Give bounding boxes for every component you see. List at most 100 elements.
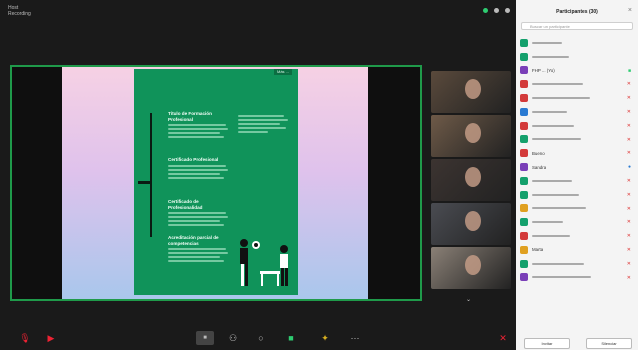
slide-section: Certificado de Profesionalidad [168,199,232,226]
participant-row[interactable]: Bueno ✕ [520,146,634,160]
top-status-icons [483,8,510,13]
participant-video [465,123,481,143]
mic-status-icon[interactable]: ✕ [627,275,631,281]
presentation-slide: Más ... Título de Formación Profesional C… [62,67,368,299]
video-tile[interactable] [431,115,511,157]
participant-row[interactable]: ✕ [520,105,634,119]
reactions-icon[interactable]: ✦ [318,331,332,345]
slide-section-title: Certificado de Profesionalidad [168,199,203,210]
video-tile[interactable] [431,71,511,113]
avatar [520,121,528,130]
mic-status-icon[interactable]: ✕ [627,261,631,267]
stop-video-icon[interactable]: ▶ [44,331,58,345]
video-gallery [431,71,511,291]
participant-video [465,79,481,99]
participant-name [532,41,562,44]
invite-button[interactable]: Invitar [524,338,570,349]
participant-name [532,262,584,265]
video-tile[interactable] [431,203,511,245]
participant-video [465,211,481,231]
slide-section-title: Título de Formación Profesional [168,111,212,122]
avatar [520,94,528,103]
timeline-tick [138,181,150,184]
fullscreen-icon[interactable] [505,8,510,13]
participant-row[interactable]: ✕ [520,119,634,133]
slide-tab: Más ... [273,69,292,75]
participant-row[interactable]: ✕ [520,133,634,147]
chat-icon[interactable]: ○ [254,331,268,345]
avatar [520,135,528,144]
host-info: Host Recording [8,5,31,17]
mic-status-icon[interactable]: ✕ [627,95,631,101]
timeline-vertical [150,113,152,237]
avatar [520,52,528,61]
participant-name: FHP ... (Yo) [532,67,555,73]
participant-row[interactable] [520,36,634,50]
meeting-toolbar: 🎙 ▶ ■ ⚇ ○ ■ ✦ ⋯ ✕ [0,328,516,350]
scroll-down-icon[interactable]: ⌄ [466,296,471,303]
mic-status-icon[interactable]: ✕ [627,137,631,143]
participant-name [532,83,583,86]
avatar [520,176,528,185]
close-icon[interactable]: × [628,7,632,14]
mic-status-icon[interactable]: ✕ [627,233,631,239]
avatar [520,163,528,172]
mic-status-icon[interactable]: ✕ [627,178,631,184]
mic-status-icon[interactable]: ✕ [627,150,631,156]
participant-row[interactable]: FHP ... (Yo) ■ [520,64,634,78]
video-tile[interactable] [431,159,511,201]
participant-row[interactable]: ✕ [520,174,634,188]
participant-row[interactable]: ✕ [520,188,634,202]
avatar [520,245,528,254]
connection-status-icon [483,8,488,13]
participant-name [532,55,569,58]
participant-row[interactable]: ✕ [520,257,634,271]
right-column-text [238,113,290,133]
participant-row[interactable] [520,50,634,64]
panel-title: Participantes (30) [556,9,598,15]
mic-status-icon[interactable]: ✕ [627,192,631,198]
participant-row[interactable]: ✕ [520,271,634,285]
avatar [520,204,528,213]
mic-status-icon[interactable]: ✕ [627,123,631,129]
participant-list: FHP ... (Yo) ■ ✕ ✕ ✕ ✕ ✕ Bueno ✕ Sandra ● ✕ ✕ ✕ ✕ ✕ Mart… [520,36,634,284]
participant-row[interactable]: Sandra ● [520,160,634,174]
participant-name [532,110,567,113]
people-illustration [240,239,288,286]
participant-name [532,235,570,238]
mic-status-icon[interactable]: ● [628,164,631,170]
mic-status-icon[interactable]: ✕ [627,219,631,225]
mic-status-icon[interactable]: ■ [628,68,631,74]
mic-status-icon[interactable]: ✕ [627,247,631,253]
video-tile[interactable] [431,247,511,289]
participant-row[interactable]: ✕ [520,215,634,229]
participant-search-input[interactable]: Buscar un participante [521,22,633,30]
share-screen-icon[interactable]: ■ [284,331,298,345]
avatar [520,259,528,268]
participant-row[interactable]: ✕ [520,91,634,105]
participant-name [532,221,563,224]
mute-all-button[interactable]: Silenciar [586,338,632,349]
mic-status-icon[interactable]: ✕ [627,81,631,87]
slide-section: Título de Formación Profesional [168,111,232,138]
mic-status-icon[interactable]: ✕ [627,109,631,115]
participants-icon[interactable]: ⚇ [226,331,240,345]
avatar [520,66,528,75]
more-icon[interactable]: ⋯ [348,331,362,345]
security-icon[interactable]: ■ [196,331,214,345]
avatar [520,190,528,199]
mic-status-icon[interactable]: ✕ [627,206,631,212]
participant-row[interactable]: ✕ [520,77,634,91]
participant-name [532,97,590,100]
participant-row[interactable]: ✕ [520,229,634,243]
panel-footer: Invitar Silenciar [516,336,638,350]
participant-name: Bueno [532,150,545,156]
participants-panel: Participantes (30) × Buscar un participa… [516,0,638,350]
end-call-icon[interactable]: ✕ [496,331,510,345]
participant-row[interactable]: ✕ [520,202,634,216]
grid-view-icon[interactable] [494,8,499,13]
participant-name [532,179,572,182]
slide-section: Acreditación parcial de competencias [168,235,232,262]
mute-mic-icon[interactable]: 🎙 [18,331,32,345]
participant-row[interactable]: Marta ✕ [520,243,634,257]
